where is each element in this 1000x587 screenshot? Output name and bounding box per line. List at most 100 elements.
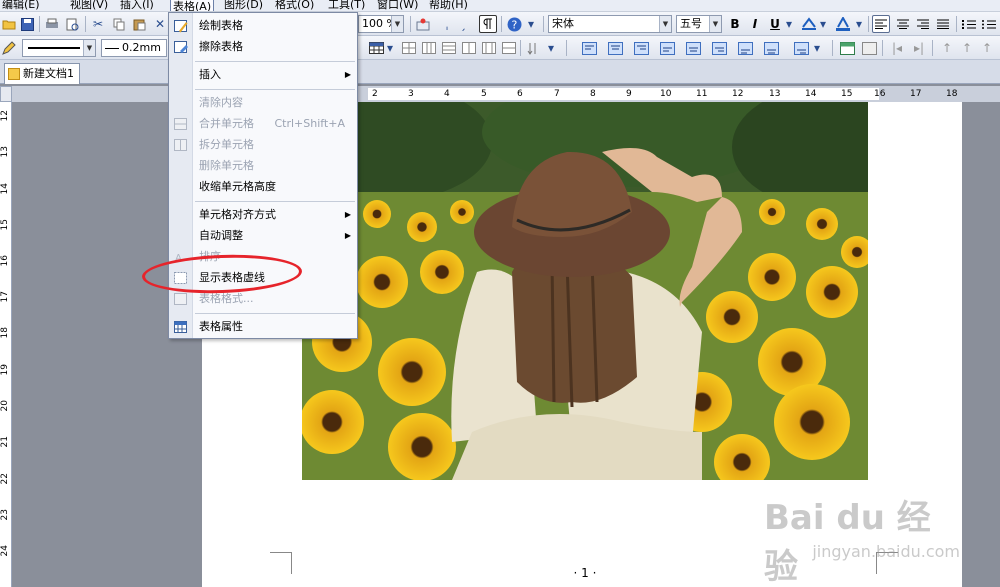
align-left-icon[interactable] [872, 15, 890, 33]
chevron-down-icon[interactable]: ▼ [83, 40, 95, 56]
chevron-down-icon[interactable]: ▾ [784, 15, 794, 33]
cell-align-bottom-center-icon[interactable] [762, 39, 780, 57]
menu-insert[interactable]: 插入(I) [118, 0, 156, 11]
standard-toolbar: ✂ ✕ 100 % ▼ ˌ ˏ ? ▾ 宋体 ▼ 五号 ▼ B I U ▾ ▾ … [0, 12, 1000, 36]
menu-item-table-properties[interactable]: 表格属性 [169, 317, 357, 337]
sort-icon[interactable] [524, 39, 542, 57]
table-grid-icon[interactable] [367, 39, 385, 57]
horizontal-ruler[interactable]: 2 3 4 5 6 7 8 9 10 11 12 13 14 15 16 17 … [12, 86, 1000, 102]
move-up-icon[interactable]: ↑ [938, 39, 956, 57]
save-icon[interactable] [18, 15, 36, 33]
chevron-down-icon[interactable]: ▾ [818, 15, 828, 33]
line-style-combo[interactable]: ▼ [22, 39, 96, 57]
table-properties-icon[interactable] [838, 39, 856, 57]
menu-item-label: 自动调整 [199, 229, 243, 242]
menu-help[interactable]: 帮助(H) [427, 0, 470, 11]
cell-align-bottom-right-icon[interactable] [792, 39, 810, 57]
paragraph-mark-icon[interactable] [479, 15, 497, 33]
font-size-combo[interactable]: 五号 ▼ [676, 15, 722, 33]
menu-item-insert[interactable]: 插入 ▶ [169, 65, 357, 85]
move-left-icon[interactable]: |◂ [888, 39, 906, 57]
move-right-icon[interactable]: ▸| [910, 39, 928, 57]
table-split-icon[interactable] [480, 39, 498, 57]
ruler-tick: 12 [732, 89, 744, 99]
menu-item-erase-table[interactable]: 擦除表格 [169, 37, 357, 57]
print-preview-icon[interactable] [63, 15, 81, 33]
bold-button[interactable]: B [726, 15, 744, 33]
font-name-combo[interactable]: 宋体 ▼ [548, 15, 672, 33]
table-insert-col-icon[interactable] [420, 39, 438, 57]
print-icon[interactable] [43, 15, 61, 33]
menu-item-delete-cells[interactable]: 删除单元格 [169, 156, 357, 176]
menu-item-clear-content[interactable]: 清除内容 [169, 93, 357, 113]
clear-icon[interactable]: ✕ [151, 15, 169, 33]
zoom-combo[interactable]: 100 % ▼ [358, 15, 404, 33]
menu-item-cell-alignment[interactable]: 单元格对齐方式 ▶ [169, 205, 357, 225]
table-style-icon[interactable] [860, 39, 878, 57]
menu-item-draw-table[interactable]: 绘制表格 [169, 16, 357, 36]
vertical-ruler[interactable]: 12 13 14 15 16 17 18 19 20 21 22 23 24 [0, 102, 12, 587]
numbered-list-icon[interactable] [960, 15, 978, 33]
menu-view[interactable]: 视图(V) [68, 0, 110, 11]
tab-new-document[interactable]: 新建文档1 [4, 63, 80, 84]
cell-align-middle-left-icon[interactable] [658, 39, 676, 57]
chevron-down-icon[interactable]: ▾ [546, 39, 556, 57]
menu-graphics[interactable]: 图形(D) [222, 0, 265, 11]
align-center-icon[interactable] [894, 15, 912, 33]
line-width-combo[interactable]: 0.2mm [101, 39, 167, 57]
chevron-down-icon[interactable]: ▼ [391, 16, 403, 32]
insert-image-icon[interactable] [414, 15, 432, 33]
tab-label: 新建文档1 [23, 67, 74, 80]
pencil-icon[interactable] [0, 39, 18, 57]
menu-format[interactable]: 格式(O) [273, 0, 316, 11]
highlight-icon[interactable] [800, 15, 818, 33]
menu-item-auto-adjust[interactable]: 自动调整 ▶ [169, 226, 357, 246]
chevron-down-icon[interactable]: ▾ [385, 39, 395, 57]
table-insert-row-icon[interactable] [400, 39, 418, 57]
cell-align-top-left-icon[interactable] [580, 39, 598, 57]
menu-item-split-cells[interactable]: 拆分单元格 [169, 135, 357, 155]
cut-icon[interactable]: ✂ [89, 15, 107, 33]
cell-align-middle-right-icon[interactable] [710, 39, 728, 57]
menu-item-shrink-cell-height[interactable]: 收缩单元格高度 [169, 177, 357, 197]
open-icon[interactable] [0, 15, 18, 33]
move-down-icon[interactable]: ↑ [958, 39, 976, 57]
italic-button[interactable]: I [746, 15, 764, 33]
align-right-icon[interactable] [914, 15, 932, 33]
chevron-down-icon[interactable]: ▾ [854, 15, 864, 33]
menu-window[interactable]: 窗口(W) [375, 0, 420, 11]
copy-icon[interactable] [110, 15, 128, 33]
menu-edit[interactable]: 编辑(E) [0, 0, 42, 11]
table-delete-icon[interactable] [440, 39, 458, 57]
cell-align-middle-center-icon[interactable] [684, 39, 702, 57]
justify-icon[interactable] [934, 15, 952, 33]
bullet-list-icon[interactable] [980, 15, 998, 33]
help-icon[interactable]: ? [505, 15, 523, 33]
arrow-icon[interactable]: ↑ [978, 39, 996, 57]
draw-table-icon [174, 20, 188, 33]
paste-icon[interactable] [130, 15, 148, 33]
menu-tools[interactable]: 工具(T) [326, 0, 367, 11]
cell-align-top-right-icon[interactable] [632, 39, 650, 57]
menu-table[interactable]: 表格(A) [170, 0, 215, 11]
ruler-tick: 16 [0, 255, 10, 267]
ruler-tick: 18 [0, 327, 10, 339]
cell-align-bottom-left-icon[interactable] [736, 39, 754, 57]
table-merge-icon[interactable] [460, 39, 478, 57]
sunflower-photo[interactable] [302, 102, 868, 480]
chevron-down-icon[interactable]: ▼ [709, 16, 721, 32]
table-distribute-icon[interactable] [500, 39, 518, 57]
chevron-down-icon[interactable]: ▾ [812, 39, 822, 57]
menu-item-merge-cells[interactable]: 合并单元格 Ctrl+Shift+A [169, 114, 357, 134]
ruler-tick: 4 [444, 89, 450, 99]
comma-icon[interactable]: ˏ [454, 15, 472, 33]
cell-align-top-center-icon[interactable] [606, 39, 624, 57]
underline-button[interactable]: U [766, 15, 784, 33]
chevron-down-icon[interactable]: ▾ [522, 15, 540, 33]
line-style-preview [28, 47, 80, 49]
ruler-tick: 22 [0, 473, 10, 485]
menu-item-label: 表格格式... [199, 292, 254, 305]
chevron-down-icon[interactable]: ▼ [659, 16, 671, 32]
ruler-corner[interactable] [0, 86, 12, 102]
font-color-icon[interactable] [834, 15, 852, 33]
